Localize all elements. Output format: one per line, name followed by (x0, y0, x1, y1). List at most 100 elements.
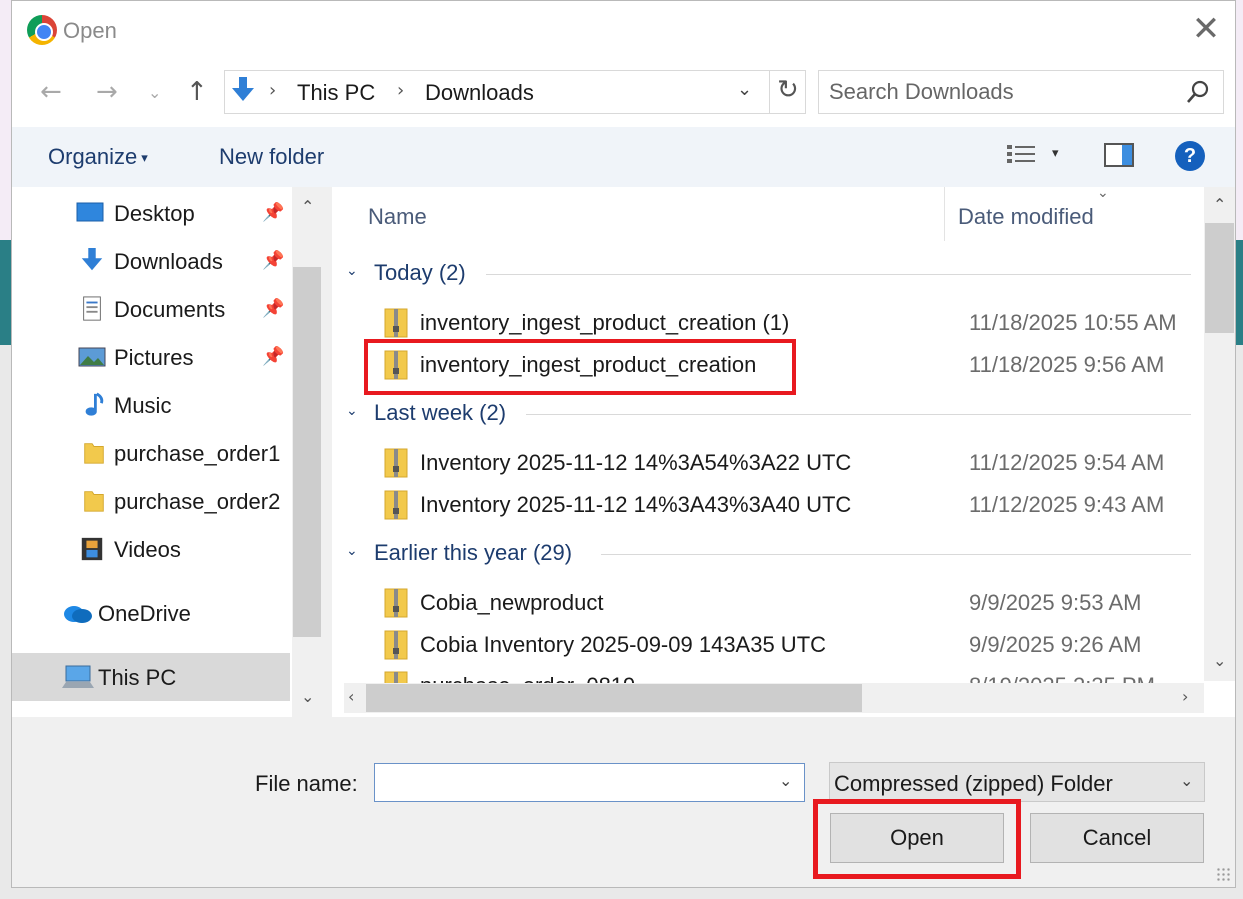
file-type-select[interactable]: Compressed (zipped) Folder ⌄ (829, 762, 1205, 802)
group-header-last-week[interactable]: ⌄ Last week (2) (346, 400, 1191, 430)
sidebar-item-this-pc[interactable]: This PC (12, 653, 290, 701)
address-bar[interactable]: › This PC › Downloads ⌄ ↻ (224, 70, 806, 114)
sidebar-item-label: Pictures (114, 345, 194, 370)
help-icon[interactable]: ? (1175, 141, 1205, 171)
pin-icon[interactable]: 📌 (262, 202, 284, 223)
column-header-date-modified[interactable]: Date modified (958, 204, 1094, 230)
chevron-down-icon[interactable]: ⌄ (1180, 771, 1193, 790)
sidebar-scrollbar[interactable]: ⌃ ⌄ (292, 187, 322, 717)
sidebar-item-label: Music (114, 393, 172, 418)
zip-folder-icon (384, 588, 408, 618)
close-button[interactable]: ✕ (1188, 11, 1224, 47)
file-type-value: Compressed (zipped) Folder (834, 771, 1113, 796)
caret-down-icon: ▾ (141, 150, 148, 166)
refresh-icon[interactable]: ↻ (777, 75, 799, 105)
scroll-up-icon[interactable]: ⌃ (1213, 195, 1226, 214)
highlight-box (813, 799, 1021, 879)
scrollbar-thumb[interactable] (366, 684, 862, 712)
forward-arrow-icon[interactable]: → (96, 77, 118, 107)
collapse-chevron-icon[interactable]: ⌄ (346, 403, 358, 419)
file-row[interactable]: Inventory 2025-11-12 14%3A54%3A22 UTC 11… (368, 442, 1188, 484)
group-label: Last week (2) (374, 400, 507, 425)
title-bar: Open ✕ (12, 1, 1235, 59)
breadcrumb-separator-icon: › (397, 80, 405, 101)
folder-icon (84, 491, 104, 512)
chevron-down-icon[interactable]: ⌄ (779, 771, 792, 790)
file-date: 9/9/2025 9:26 AM (969, 632, 1142, 657)
details-view-icon[interactable] (1006, 143, 1036, 169)
up-arrow-icon[interactable]: ↑ (186, 77, 208, 107)
preview-pane-icon[interactable] (1104, 143, 1134, 167)
sidebar-item-downloads[interactable]: Downloads 📌 (12, 237, 290, 285)
group-label: Today (2) (374, 260, 466, 285)
pin-icon[interactable]: 📌 (262, 298, 284, 319)
pin-icon[interactable]: 📌 (262, 250, 284, 271)
file-date: 11/18/2025 9:56 AM (969, 352, 1165, 377)
scroll-down-icon[interactable]: ⌄ (1213, 651, 1226, 670)
breadcrumb-separator-icon: › (269, 80, 277, 101)
scrollbar-thumb[interactable] (293, 267, 321, 637)
address-dropdown-icon[interactable]: ⌄ (737, 79, 752, 100)
command-toolbar: Organize ▾ New folder ▾ ? (12, 127, 1235, 187)
sidebar-item-label: purchase_order2 (114, 489, 281, 514)
pin-icon[interactable]: 📌 (262, 346, 284, 367)
this-pc-icon (62, 665, 94, 688)
file-row[interactable]: Cobia Inventory 2025-09-09 143A35 UTC 9/… (368, 624, 1188, 666)
file-name: Cobia Inventory 2025-09-09 143A35 UTC (420, 632, 827, 657)
file-name-label: File name: (255, 771, 358, 796)
sidebar-item-documents[interactable]: Documents 📌 (12, 285, 290, 333)
file-list-horizontal-scrollbar[interactable]: ‹ › (344, 683, 1204, 713)
scroll-up-icon[interactable]: ⌃ (301, 197, 314, 216)
organize-menu[interactable]: Organize ▾ (48, 144, 148, 170)
sidebar-item-pictures[interactable]: Pictures 📌 (12, 333, 290, 381)
file-row[interactable]: inventory_ingest_product_creation (1) 11… (368, 302, 1188, 344)
file-name: purchase_order_0819 (420, 673, 635, 683)
search-input[interactable] (829, 79, 1169, 105)
resize-grip-icon[interactable] (1216, 867, 1232, 883)
search-box[interactable] (818, 70, 1224, 114)
sidebar-item-purchase-order2[interactable]: purchase_order2 (12, 477, 290, 525)
collapse-chevron-icon[interactable]: ⌄ (346, 543, 358, 559)
sidebar-item-videos[interactable]: Videos (12, 525, 290, 573)
file-list-vertical-scrollbar[interactable]: ⌃ ⌄ (1204, 187, 1235, 681)
group-header-earlier-this-year[interactable]: ⌄ Earlier this year (29) (346, 540, 1191, 570)
back-arrow-icon[interactable]: ← (40, 77, 62, 107)
view-options-caret-icon[interactable]: ▾ (1052, 145, 1059, 161)
dialog-title: Open (63, 18, 117, 43)
breadcrumb-this-pc[interactable]: This PC (297, 80, 375, 106)
highlight-box (364, 339, 796, 395)
scroll-right-icon[interactable]: › (1182, 687, 1188, 706)
breadcrumb-downloads[interactable]: Downloads (425, 80, 534, 106)
zip-folder-icon (384, 490, 408, 520)
sidebar-item-label: Desktop (114, 201, 195, 226)
scroll-down-icon[interactable]: ⌄ (301, 687, 314, 706)
file-row-partial[interactable]: purchase_order_0819 8/19/2025 2:35 PM (368, 671, 1188, 683)
column-header-name[interactable]: Name (368, 204, 427, 230)
new-folder-button[interactable]: New folder (219, 144, 324, 170)
cancel-button[interactable]: Cancel (1030, 813, 1204, 863)
file-row[interactable]: Cobia_newproduct 9/9/2025 9:53 AM (368, 582, 1188, 624)
sidebar-item-music[interactable]: Music (12, 381, 290, 429)
group-label: Earlier this year (29) (374, 540, 573, 565)
chrome-icon (27, 15, 57, 45)
file-name-field[interactable]: ⌄ (374, 763, 805, 802)
scroll-left-icon[interactable]: ‹ (348, 687, 354, 706)
sidebar-item-onedrive[interactable]: OneDrive (12, 589, 290, 637)
zip-folder-icon (384, 448, 408, 478)
sidebar-item-label: Documents (114, 297, 226, 322)
sidebar-item-desktop[interactable]: Desktop 📌 (12, 189, 290, 237)
collapse-chevron-icon[interactable]: ⌄ (346, 263, 358, 279)
file-name: Inventory 2025-11-12 14%3A43%3A40 UTC (420, 492, 852, 517)
file-date: 11/12/2025 9:54 AM (969, 450, 1165, 475)
column-separator (944, 187, 945, 241)
group-header-today[interactable]: ⌄ Today (2) (346, 260, 1191, 290)
scrollbar-thumb[interactable] (1205, 223, 1234, 333)
file-name-input[interactable] (381, 770, 761, 796)
recent-locations-chevron-icon[interactable]: ⌄ (148, 83, 161, 102)
address-divider (769, 71, 770, 113)
downloads-arrow-icon (232, 77, 254, 101)
search-icon[interactable] (1185, 79, 1211, 105)
sidebar-item-purchase-order1[interactable]: purchase_order1 (12, 429, 290, 477)
file-row[interactable]: Inventory 2025-11-12 14%3A43%3A40 UTC 11… (368, 484, 1188, 526)
group-divider (601, 554, 1191, 555)
